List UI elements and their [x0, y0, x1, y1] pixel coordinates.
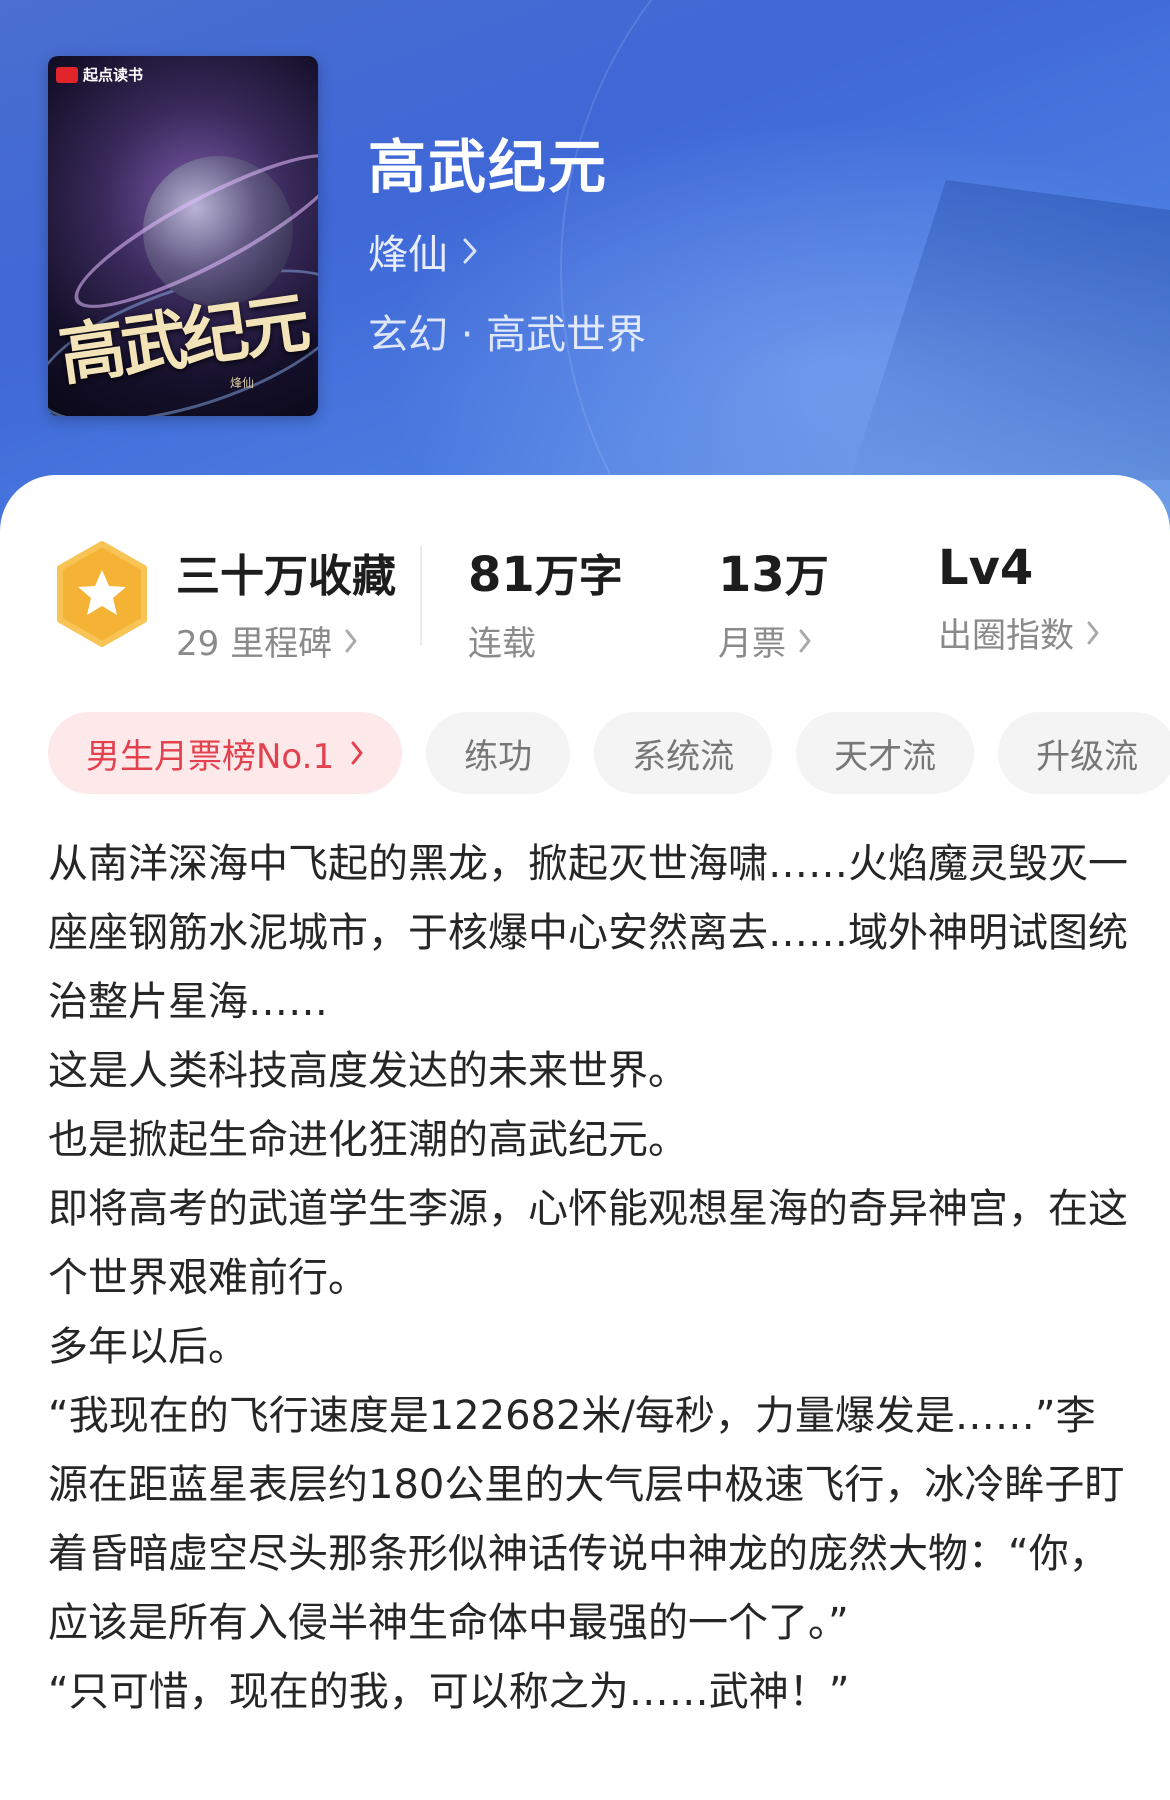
- publisher-logo: 起点读书: [56, 64, 143, 85]
- star-badge-icon: [57, 541, 147, 647]
- chevron-right-icon: [345, 629, 357, 652]
- tickets-value: 13: [718, 547, 785, 603]
- favorites-stat[interactable]: 三十万收藏 29 里程碑: [176, 540, 396, 665]
- tag-item[interactable]: 天才流: [796, 712, 975, 794]
- tag-item[interactable]: 升级流: [998, 712, 1170, 794]
- book-cover[interactable]: 起点读书 高武纪元 烽仙: [48, 56, 318, 416]
- word-count-stat: 81 万字 连载: [468, 540, 623, 665]
- monthly-tickets-stat[interactable]: 13 万 月票: [718, 540, 829, 665]
- tickets-unit: 万: [784, 551, 829, 602]
- level-label: 出圈指数: [938, 616, 1074, 656]
- status-label: 连载: [468, 624, 536, 664]
- chevron-right-icon: [463, 238, 477, 264]
- milestones-label: 29 里程碑: [176, 624, 333, 664]
- word-count-unit: 万字: [534, 551, 623, 602]
- favorites-count: 三十万收藏: [176, 551, 396, 602]
- level-value: Lv4: [938, 540, 1034, 596]
- chevron-right-icon: [351, 741, 363, 765]
- level-stat[interactable]: Lv4 出圈指数: [938, 540, 1100, 657]
- genre-label: 玄幻 · 高武世界: [368, 312, 647, 358]
- description-paragraph: 这是人类科技高度发达的未来世界。: [48, 1048, 688, 1094]
- description-paragraph: 也是掀起生命进化狂潮的高武纪元。: [48, 1117, 688, 1163]
- tickets-label: 月票: [718, 624, 786, 664]
- cover-author-art: 烽仙: [230, 376, 255, 390]
- description-paragraph: 多年以后。: [48, 1324, 248, 1370]
- description-paragraph: 即将高考的武道学生李源，心怀能观想星海的奇异神宫，在这个世界艰难前行。: [48, 1186, 1128, 1301]
- author-name: 烽仙: [368, 232, 448, 278]
- tag-item[interactable]: 练功: [426, 712, 571, 794]
- description-paragraph: “只可惜，现在的我，可以称之为……武神！”: [48, 1669, 850, 1715]
- author-link[interactable]: 烽仙: [368, 222, 478, 280]
- tag-list: 男生月票榜No.1 练功 系统流 天才流 升级流: [48, 712, 1170, 796]
- tag-item[interactable]: 系统流: [594, 712, 773, 794]
- word-count-value: 81: [468, 547, 535, 603]
- description-paragraph: “我现在的飞行速度是122682米/每秒，力量爆发是……”李源在距蓝星表层约18…: [48, 1393, 1125, 1646]
- description-paragraph: 从南洋深海中飞起的黑龙，掀起灭世海啸……火焰魔灵毁灭一座座钢筋水泥城市，于核爆中…: [48, 841, 1128, 1025]
- book-description[interactable]: 从南洋深海中飞起的黑龙，掀起灭世海啸……火焰魔灵毁灭一座座钢筋水泥城市，于核爆中…: [48, 830, 1128, 1727]
- tag-ranking[interactable]: 男生月票榜No.1: [48, 712, 403, 794]
- chevron-right-icon: [1087, 621, 1099, 644]
- book-title: 高武纪元: [368, 133, 609, 201]
- stats-divider: [420, 545, 422, 645]
- qidian-logo-icon: [56, 66, 78, 83]
- chevron-right-icon: [799, 629, 811, 652]
